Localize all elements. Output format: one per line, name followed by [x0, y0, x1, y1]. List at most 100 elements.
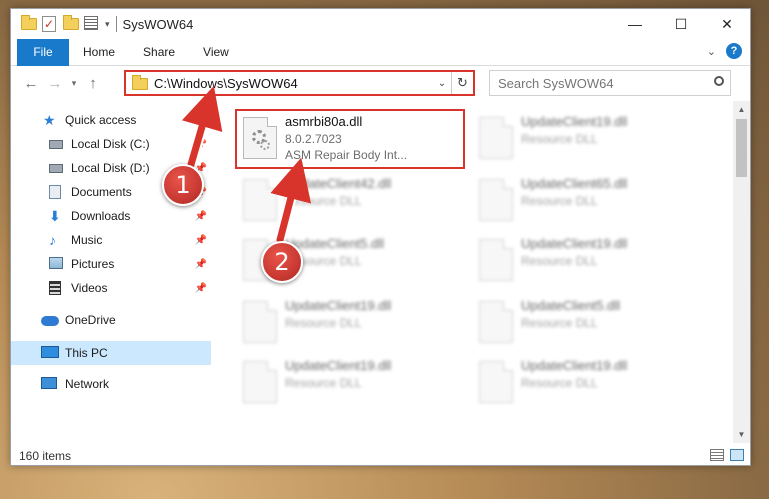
maximize-button[interactable]: ☐: [658, 9, 704, 39]
navigation-pane: ★ Quick access Local Disk (C:) 📌 Local D…: [11, 101, 211, 443]
file-name: UpdateClient19.dll: [285, 358, 392, 373]
pin-icon[interactable]: 📌: [195, 139, 207, 150]
sidebar-item-local-disk-d[interactable]: Local Disk (D:) 📌: [11, 157, 211, 179]
file-tile[interactable]: UpdateClient19.dll Resource DLL: [473, 111, 693, 167]
file-tile[interactable]: UpdateClient42.dll Resource DLL: [237, 173, 457, 229]
sidebar-item-label: OneDrive: [65, 313, 116, 327]
tiles-view-icon[interactable]: [730, 449, 744, 461]
file-name: UpdateClient42.dll: [285, 176, 392, 191]
documents-icon: [49, 185, 65, 199]
folder-icon: [126, 75, 148, 90]
file-tile-asmrbi80a[interactable]: asmrbi80a.dll 8.0.2.7023 ASM Repair Body…: [235, 109, 465, 169]
scroll-up-icon[interactable]: ▲: [733, 101, 750, 118]
search-box[interactable]: [489, 70, 731, 96]
file-type: Resource DLL: [521, 194, 598, 208]
new-folder-icon[interactable]: [63, 15, 79, 32]
search-icon: [714, 76, 724, 86]
properties-check-icon[interactable]: ✓: [42, 16, 58, 32]
file-name: UpdateClient19.dll: [521, 236, 628, 251]
file-tile[interactable]: UpdateClient19.dll Resource DLL: [473, 233, 693, 289]
dll-file-icon: [243, 301, 277, 343]
sidebar-item-downloads[interactable]: ⬇ Downloads 📌: [11, 205, 211, 227]
file-name: UpdateClient5.dll: [521, 298, 621, 313]
this-pc-icon: [41, 346, 59, 360]
dll-file-icon: [479, 179, 513, 221]
file-type: Resource DLL: [521, 316, 598, 330]
forward-button[interactable]: →: [43, 75, 67, 92]
properties-icon[interactable]: [84, 16, 100, 32]
downloads-icon: ⬇: [49, 208, 61, 224]
dll-file-icon: [243, 239, 277, 281]
sidebar-item-label: Network: [65, 377, 110, 391]
recent-locations-button[interactable]: ▾: [67, 78, 81, 89]
address-path[interactable]: C:\Windows\SysWOW64: [154, 76, 433, 91]
file-tile[interactable]: UpdateClient65.dll Resource DLL: [473, 173, 693, 229]
file-tile[interactable]: UpdateClient19.dll Resource DLL: [237, 295, 457, 351]
file-name: UpdateClient19.dll: [521, 114, 628, 129]
refresh-button[interactable]: ↻: [451, 72, 473, 94]
file-type: Resource DLL: [521, 132, 598, 146]
file-tile[interactable]: UpdateClient19.dll Resource DLL: [473, 355, 693, 411]
scroll-down-icon[interactable]: ▼: [733, 426, 750, 443]
sidebar-item-label: Pictures: [71, 257, 115, 271]
title-separator: [115, 16, 117, 32]
search-input[interactable]: [498, 75, 698, 91]
tab-file[interactable]: File: [17, 38, 69, 66]
sidebar-item-this-pc[interactable]: This PC: [11, 341, 211, 365]
vertical-scrollbar[interactable]: ▲ ▼: [733, 101, 750, 443]
sidebar-item-local-disk-c[interactable]: Local Disk (C:) 📌: [11, 133, 211, 155]
dll-file-icon: [243, 117, 277, 159]
file-tile[interactable]: UpdateClient5.dll Resource DLL: [473, 295, 693, 351]
ribbon-tabs: File Home Share View ⌄ ?: [11, 38, 750, 66]
dll-file-icon: [479, 301, 513, 343]
file-name: asmrbi80a.dll: [285, 114, 363, 129]
address-dropdown-icon[interactable]: ⌄: [433, 78, 451, 89]
pin-icon[interactable]: 📌: [195, 211, 207, 222]
star-icon: ★: [43, 112, 56, 128]
chevron-down-icon[interactable]: ⌄: [707, 45, 716, 58]
scrollbar-thumb[interactable]: [736, 119, 747, 177]
back-button[interactable]: ←: [19, 75, 43, 92]
pin-icon[interactable]: 📌: [195, 283, 207, 294]
file-name: UpdateClient19.dll: [285, 298, 392, 313]
status-bar: 160 items: [11, 445, 750, 465]
up-button[interactable]: ↑: [81, 75, 105, 92]
address-bar[interactable]: C:\Windows\SysWOW64 ⌄ ↻: [124, 70, 475, 96]
tab-home[interactable]: Home: [69, 39, 129, 66]
file-type: Resource DLL: [285, 316, 362, 330]
explorer-window: ✓ ▾ SysWOW64 — ☐ ✕ File Home Share View …: [10, 8, 751, 466]
sidebar-item-videos[interactable]: Videos 📌: [11, 277, 211, 299]
dll-file-icon: [243, 179, 277, 221]
sidebar-item-onedrive[interactable]: OneDrive: [11, 309, 211, 331]
pin-icon[interactable]: 📌: [195, 259, 207, 270]
file-tile[interactable]: UpdateClient5.dll Resource DLL: [237, 233, 457, 289]
dll-file-icon: [479, 239, 513, 281]
sidebar-item-pictures[interactable]: Pictures 📌: [11, 253, 211, 275]
tab-view[interactable]: View: [189, 39, 243, 66]
sidebar-item-quick-access[interactable]: ★ Quick access: [11, 109, 211, 131]
file-type: Resource DLL: [285, 254, 362, 268]
help-icon[interactable]: ?: [726, 43, 742, 59]
customize-toolbar-chevron-icon[interactable]: ▾: [105, 19, 110, 30]
close-button[interactable]: ✕: [704, 9, 750, 39]
sidebar-item-documents[interactable]: Documents 📌: [11, 181, 211, 203]
tab-share[interactable]: Share: [129, 39, 189, 66]
item-count: 160 items: [19, 449, 72, 463]
file-tile[interactable]: UpdateClient19.dll Resource DLL: [237, 355, 457, 411]
file-version: 8.0.2.7023: [285, 132, 342, 146]
sidebar-item-music[interactable]: ♪ Music 📌: [11, 229, 211, 251]
videos-icon: [49, 281, 65, 295]
sidebar-item-network[interactable]: Network: [11, 373, 211, 395]
file-type: Resource DLL: [285, 194, 362, 208]
file-list: asmrbi80a.dll 8.0.2.7023 ASM Repair Body…: [211, 101, 728, 443]
pin-icon[interactable]: 📌: [195, 235, 207, 246]
details-view-icon[interactable]: [710, 449, 724, 461]
sidebar-item-label: Local Disk (D:): [71, 161, 150, 175]
dll-file-icon: [479, 361, 513, 403]
pin-icon[interactable]: 📌: [195, 187, 207, 198]
file-name: UpdateClient19.dll: [521, 358, 628, 373]
minimize-button[interactable]: —: [612, 9, 658, 39]
pin-icon[interactable]: 📌: [195, 163, 207, 174]
drive-icon: [49, 161, 65, 175]
sidebar-item-label: Documents: [71, 185, 132, 199]
